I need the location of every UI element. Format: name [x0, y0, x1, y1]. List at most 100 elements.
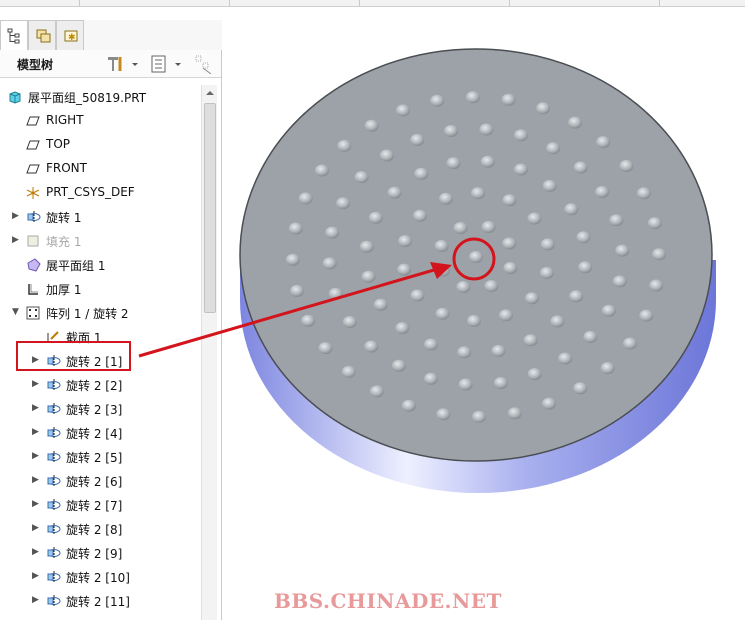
watermark: BBS.CHINADE.NET: [274, 589, 502, 613]
tree-item-19[interactable]: ▶ 旋转 2 [9]: [0, 541, 200, 565]
scroll-thumb[interactable]: [204, 103, 216, 313]
bump: [542, 179, 557, 192]
favorites-tab[interactable]: ✱: [56, 20, 84, 50]
ribbon-tab[interactable]: [0, 0, 80, 6]
panel-tab-strip: ✱: [0, 20, 222, 51]
ribbon-tab[interactable]: [80, 0, 230, 6]
ribbon-tab[interactable]: [360, 0, 510, 6]
tree-item-6[interactable]: ▶ 填充 1: [0, 229, 200, 253]
expand-arrow-icon[interactable]: ▶: [32, 427, 42, 437]
tree-item-7[interactable]: 展平面组 1: [0, 253, 200, 277]
bump: [568, 116, 583, 129]
tree-item-21[interactable]: ▶ 旋转 2 [11]: [0, 589, 200, 613]
chevron-up-icon: [206, 91, 214, 95]
bump: [439, 192, 453, 205]
bump: [523, 334, 538, 347]
bump: [328, 287, 343, 300]
expand-arrow-icon[interactable]: ▶: [12, 235, 22, 245]
bump-pattern: [285, 91, 667, 423]
tree-item-15[interactable]: ▶ 旋转 2 [5]: [0, 445, 200, 469]
tree-item-18[interactable]: ▶ 旋转 2 [8]: [0, 517, 200, 541]
tree-item-label: 旋转 1: [46, 211, 82, 225]
bump: [369, 385, 384, 398]
bump: [457, 346, 472, 359]
expand-arrow-icon[interactable]: ▶: [32, 499, 42, 509]
tree-item-16[interactable]: ▶ 旋转 2 [6]: [0, 469, 200, 493]
tree-item-20[interactable]: ▶ 旋转 2 [10]: [0, 565, 200, 589]
pattern-icon: [26, 306, 40, 320]
bump: [525, 292, 539, 305]
bump: [373, 298, 388, 311]
tools-icon: [108, 57, 138, 71]
bump: [583, 330, 598, 343]
expand-arrow-icon[interactable]: ▶: [32, 475, 42, 485]
bump: [502, 237, 517, 250]
tree-item-13[interactable]: ▶ 旋转 2 [3]: [0, 397, 200, 421]
scroll-up-button[interactable]: [202, 85, 218, 101]
bump: [609, 214, 624, 227]
expand-arrow-icon[interactable]: ▶: [32, 595, 42, 605]
tree-item-17[interactable]: ▶ 旋转 2 [7]: [0, 493, 200, 517]
bump: [596, 136, 611, 149]
part-icon: [8, 90, 22, 104]
expand-arrow-icon[interactable]: ▶: [32, 379, 42, 389]
tree-item-1[interactable]: RIGHT: [0, 109, 200, 133]
tree-item-14[interactable]: ▶ 旋转 2 [4]: [0, 421, 200, 445]
ribbon-tab[interactable]: [230, 0, 360, 6]
expand-arrow-icon[interactable]: ▶: [32, 451, 42, 461]
expand-arrow-icon[interactable]: ▶: [32, 403, 42, 413]
bump: [458, 378, 473, 391]
bump: [550, 315, 565, 328]
bump: [387, 186, 402, 199]
ribbon-tab[interactable]: [510, 0, 660, 6]
expand-arrow-icon[interactable]: ▶: [32, 547, 42, 557]
bump: [337, 139, 352, 152]
bump: [368, 211, 383, 224]
bump: [564, 203, 579, 216]
collapse-arrow-icon[interactable]: ▼: [12, 307, 22, 317]
tree-item-0[interactable]: 展平面组_50819.PRT: [0, 85, 200, 109]
bump: [410, 289, 425, 302]
show-button[interactable]: [150, 54, 186, 74]
settings-button[interactable]: [104, 54, 140, 74]
revolve-icon: [46, 546, 61, 560]
tree-item-label: 阵列 1 / 旋转 2: [46, 307, 129, 321]
bump: [479, 123, 494, 136]
revolve-icon: [46, 474, 61, 488]
bump: [576, 231, 591, 244]
tree-item-label: TOP: [46, 137, 71, 151]
bump: [413, 209, 427, 222]
tree-scrollbar[interactable]: [201, 85, 217, 620]
bump: [288, 222, 303, 235]
datum-plane-icon: [26, 114, 40, 128]
tree-item-4[interactable]: PRT_CSYS_DEF: [0, 181, 200, 205]
model-tree-tab[interactable]: [0, 20, 28, 51]
bump: [424, 338, 438, 351]
expand-arrow-icon[interactable]: ▶: [32, 571, 42, 581]
csys-icon: [26, 186, 40, 200]
expand-arrow-icon[interactable]: ▶: [32, 523, 42, 533]
bump: [507, 407, 522, 420]
bump: [436, 408, 451, 421]
thicken-icon: [26, 282, 40, 296]
bump: [569, 290, 584, 303]
bump: [364, 119, 379, 132]
bump: [491, 344, 506, 357]
tree-item-9[interactable]: ▼ 阵列 1 / 旋转 2: [0, 301, 200, 325]
layers-tab[interactable]: [28, 20, 56, 50]
filter-icon: [195, 55, 212, 74]
expand-arrow-icon[interactable]: ▶: [12, 211, 22, 221]
tree-item-5[interactable]: ▶ 旋转 1: [0, 205, 200, 229]
bump: [573, 382, 588, 395]
bump: [354, 171, 369, 184]
tree-item-8[interactable]: 加厚 1: [0, 277, 200, 301]
disk-side-band: [240, 260, 716, 300]
tree-item-2[interactable]: TOP: [0, 133, 200, 157]
tree-item-label: 旋转 2 [5]: [66, 451, 123, 465]
bump: [539, 266, 554, 279]
filter-button[interactable]: [194, 54, 216, 74]
revolve-icon: [46, 450, 61, 464]
tree-item-12[interactable]: ▶ 旋转 2 [2]: [0, 373, 200, 397]
tree-item-3[interactable]: FRONT: [0, 157, 200, 181]
bump: [493, 377, 508, 389]
